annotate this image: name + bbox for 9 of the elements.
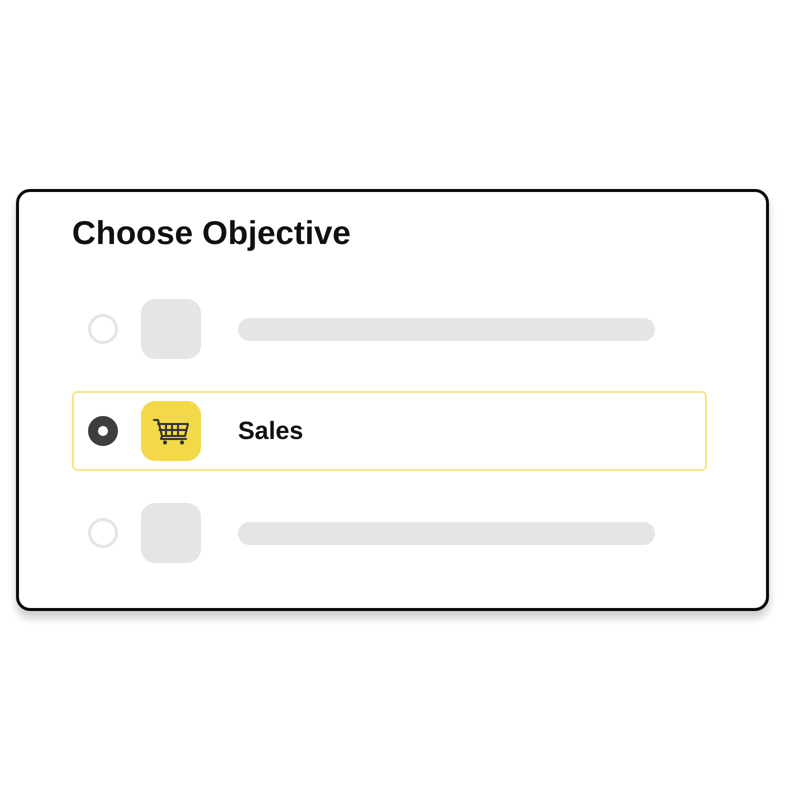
cart-icon (141, 401, 201, 461)
dialog-title: Choose Objective (72, 214, 352, 252)
radio-button[interactable] (88, 314, 118, 344)
radio-button[interactable] (88, 416, 118, 446)
skeleton-tile (141, 503, 201, 563)
option-row[interactable]: Sales (72, 391, 707, 471)
option-label: Sales (238, 416, 304, 446)
radio-button[interactable] (88, 518, 118, 548)
skeleton-tile (141, 299, 201, 359)
